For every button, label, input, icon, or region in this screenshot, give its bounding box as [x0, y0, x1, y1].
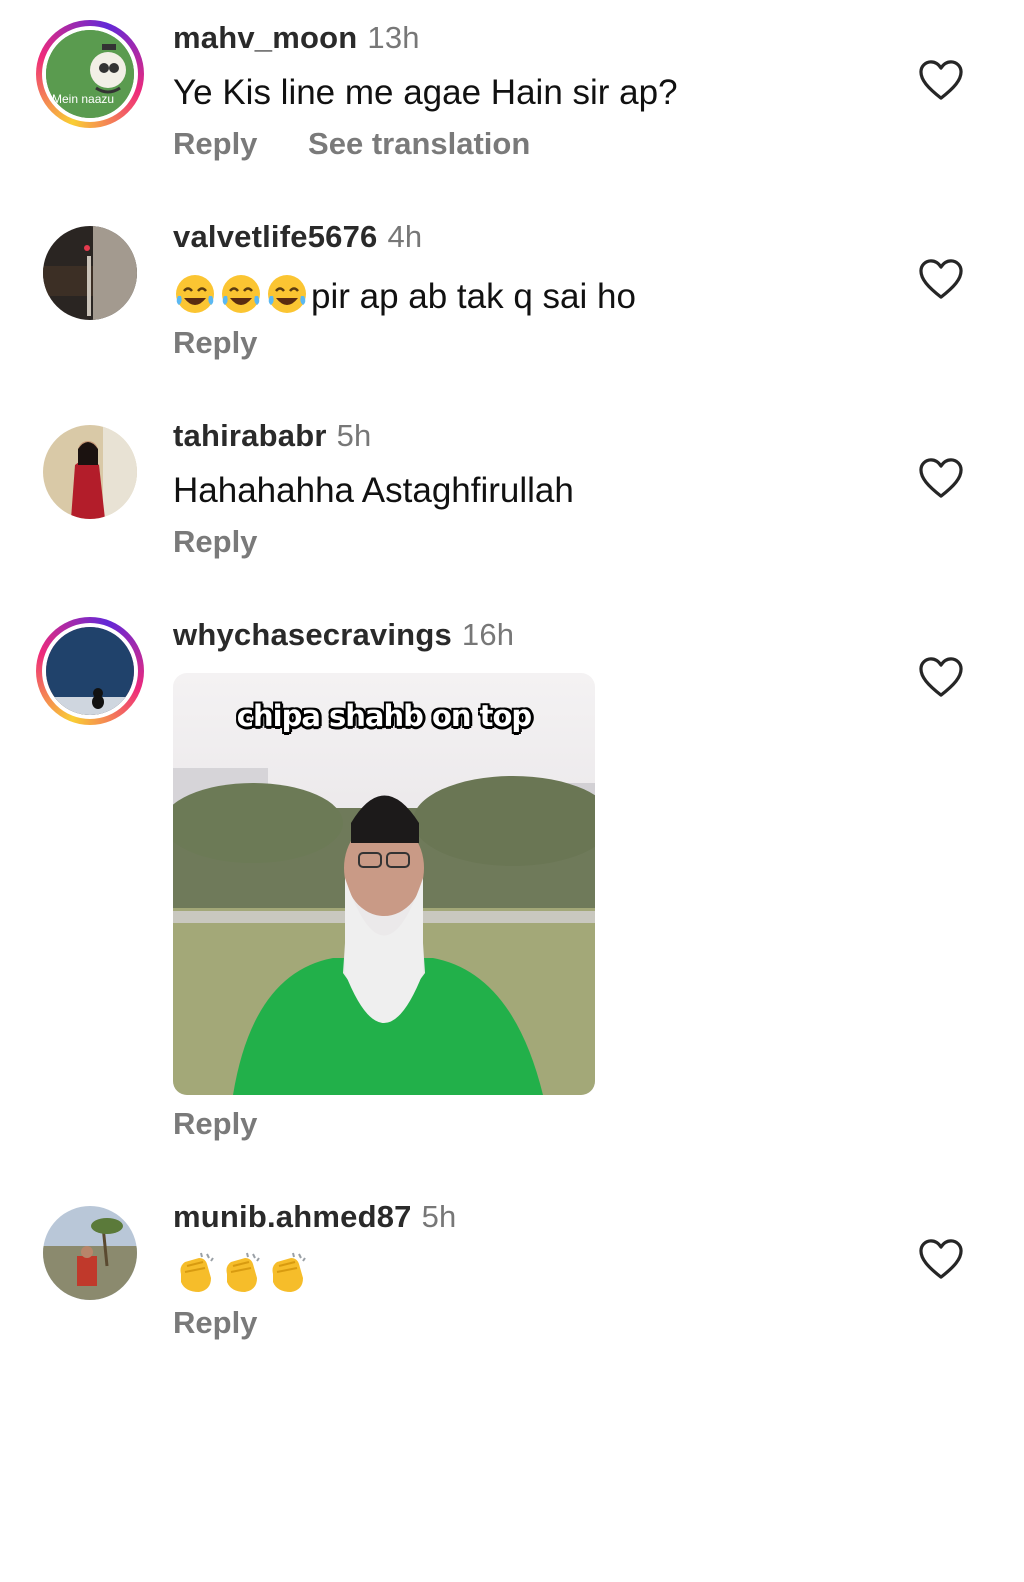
tears-of-joy-emoji-icon	[176, 275, 214, 313]
tears-of-joy-emoji-icon	[268, 275, 306, 313]
comment-text: Hahahahha Astaghfirullah	[173, 471, 574, 510]
avatar-image	[43, 425, 137, 519]
comment-actions: Reply	[173, 524, 299, 560]
tears-of-joy-emoji-icon	[222, 275, 260, 313]
comment-actions: Reply See translation	[173, 126, 572, 162]
reply-button[interactable]: Reply	[173, 126, 257, 161]
timestamp: 5h	[336, 418, 372, 453]
avatar-container[interactable]	[36, 219, 144, 327]
clapping-hands-emoji-icon	[272, 1252, 306, 1292]
avatar: Mein naazu	[42, 26, 138, 122]
comment-text: Ye Kis line me agae Hain sir ap?	[173, 73, 678, 112]
comment-emojis	[173, 1252, 311, 1297]
comment-actions: Reply	[173, 1106, 299, 1142]
gif-caption: chipa shahb on top	[236, 699, 532, 733]
avatar-container[interactable]	[36, 1199, 144, 1307]
comment-header: valvetlife5676 4h	[173, 219, 422, 255]
gif-image	[173, 673, 595, 1095]
reply-button[interactable]: Reply	[173, 524, 257, 559]
username[interactable]: tahirababr	[173, 418, 327, 453]
avatar-image	[43, 226, 137, 320]
timestamp: 16h	[461, 617, 515, 652]
heart-icon[interactable]	[918, 59, 964, 101]
comment-actions: Reply	[173, 325, 299, 361]
comment-header: whychasecravings 16h	[173, 617, 514, 653]
avatar	[43, 425, 137, 519]
avatar-image	[46, 627, 134, 715]
avatar	[43, 226, 137, 320]
avatar-caption: Mein naazu	[52, 92, 115, 106]
heart-icon[interactable]	[918, 656, 964, 698]
comment-header: mahv_moon 13h	[173, 20, 420, 56]
heart-icon[interactable]	[918, 1238, 964, 1280]
comment-text: pir ap ab tak q sai ho	[311, 277, 636, 316]
avatar	[42, 623, 138, 719]
timestamp: 4h	[387, 219, 423, 254]
see-translation-button[interactable]: See translation	[308, 126, 530, 161]
username[interactable]: valvetlife5676	[173, 219, 377, 254]
comment-header: tahirababr 5h	[173, 418, 372, 454]
avatar-image	[43, 1206, 137, 1300]
clapping-hands-emoji-icon	[226, 1252, 260, 1292]
avatar-container[interactable]	[36, 418, 144, 526]
username[interactable]: mahv_moon	[173, 20, 357, 55]
username[interactable]: munib.ahmed87	[173, 1199, 412, 1234]
comment-header: munib.ahmed87 5h	[173, 1199, 457, 1235]
gif-attachment[interactable]: chipa shahb on top	[173, 673, 595, 1095]
heart-icon[interactable]	[918, 258, 964, 300]
reply-button[interactable]: Reply	[173, 1106, 257, 1141]
avatar-story-ring[interactable]: Mein naazu	[36, 20, 144, 128]
clapping-hands-emoji-icon	[180, 1252, 214, 1292]
username[interactable]: whychasecravings	[173, 617, 452, 652]
reply-button[interactable]: Reply	[173, 1305, 257, 1340]
avatar-story-ring[interactable]	[36, 617, 144, 725]
avatar	[43, 1206, 137, 1300]
timestamp: 5h	[421, 1199, 457, 1234]
reply-button[interactable]: Reply	[173, 325, 257, 360]
timestamp: 13h	[367, 20, 420, 55]
heart-icon[interactable]	[918, 457, 964, 499]
comment-text-line: pir ap ab tak q sai ho	[173, 272, 636, 317]
comment-actions: Reply	[173, 1305, 299, 1341]
